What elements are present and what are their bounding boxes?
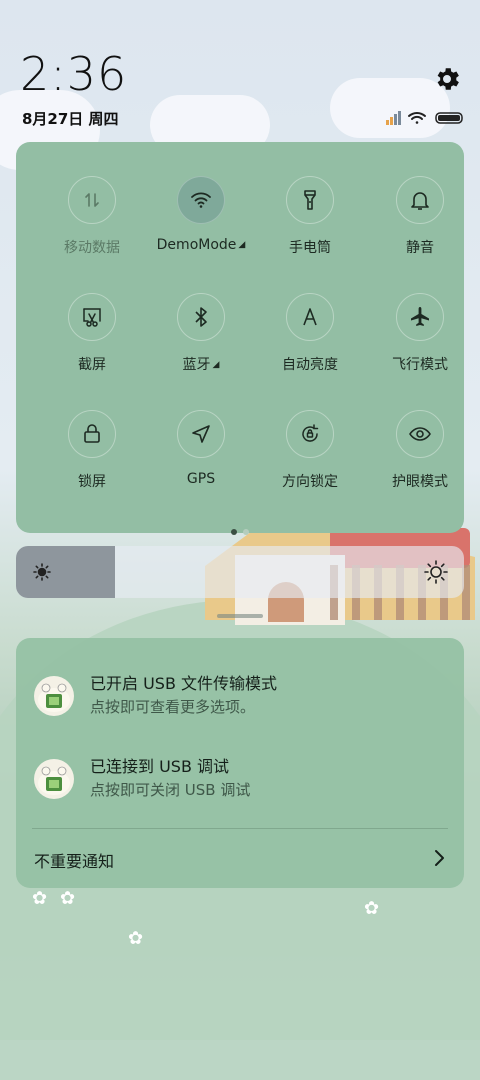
qs-tile-airplane[interactable]: 飞行模式 bbox=[366, 293, 476, 403]
qs-tile-label: GPS bbox=[147, 471, 255, 487]
qs-tile-mobile-data[interactable]: 移动数据 bbox=[38, 176, 148, 286]
qs-tile-label: 蓝牙 ◢ bbox=[147, 354, 255, 374]
settings-gear-icon[interactable] bbox=[432, 64, 462, 94]
wifi-icon bbox=[177, 176, 225, 224]
qs-tile-label: 锁屏 bbox=[38, 471, 146, 491]
status-icons bbox=[386, 108, 466, 126]
notification-item[interactable]: 已开启 USB 文件传输模式 点按即可查看更多选项。 bbox=[16, 668, 464, 728]
qs-tile-label: 自动亮度 bbox=[256, 354, 364, 374]
qs-tile-lock[interactable]: 锁屏 bbox=[38, 410, 148, 520]
qs-tile-label-text: 蓝牙 bbox=[182, 357, 211, 373]
qs-tile-screenshot[interactable]: 截屏 bbox=[38, 293, 148, 403]
usb-app-icon bbox=[34, 759, 74, 799]
qs-tile-label: 移动数据 bbox=[38, 237, 146, 257]
qs-tile-label: 飞行模式 bbox=[366, 354, 474, 374]
qs-tile-rotation-lock[interactable]: 方向锁定 bbox=[256, 410, 366, 520]
qs-tile-label: 护眼模式 bbox=[366, 471, 474, 491]
brightness-low-icon bbox=[32, 562, 52, 582]
qs-tile-label-text: 截屏 bbox=[78, 357, 106, 373]
airplane-icon bbox=[396, 293, 444, 341]
date[interactable]: 8月27日 周四 bbox=[22, 108, 119, 129]
notification-subtitle: 点按即可查看更多选项。 bbox=[90, 698, 256, 716]
lock-icon bbox=[68, 410, 116, 458]
qs-tile-label-text: 方向锁定 bbox=[282, 474, 338, 490]
notification-panel: 已开启 USB 文件传输模式 点按即可查看更多选项。 已连接到 USB 调试 点… bbox=[16, 638, 464, 888]
qs-tile-flashlight[interactable]: 手电筒 bbox=[256, 176, 366, 286]
qs-tile-label: 静音 bbox=[366, 237, 474, 257]
qs-tile-bluetooth[interactable]: 蓝牙 ◢ bbox=[147, 293, 257, 403]
page-dot-1 bbox=[231, 529, 237, 535]
brightness-slider[interactable] bbox=[16, 546, 464, 598]
quick-settings-panel: 移动数据 DemoMode ◢ 手电筒 静音 截屏 蓝牙 ◢ 自动亮度 飞行模式 锁屏 GPS 方向锁定… bbox=[16, 142, 464, 535]
qs-tile-label: 截屏 bbox=[38, 354, 146, 374]
qs-tile-wifi[interactable]: DemoMode ◢ bbox=[147, 176, 257, 286]
notification-subtitle: 点按即可关闭 USB 调试 bbox=[90, 781, 251, 799]
location-arrow-icon bbox=[177, 410, 225, 458]
qs-tile-auto-brightness[interactable]: 自动亮度 bbox=[256, 293, 366, 403]
qs-tile-label-text: 移动数据 bbox=[64, 240, 120, 256]
page-dot-2 bbox=[243, 529, 249, 535]
qs-tile-eye[interactable]: 护眼模式 bbox=[366, 410, 476, 520]
qs-tile-label-text: DemoMode bbox=[156, 237, 237, 253]
bell-icon bbox=[396, 176, 444, 224]
qs-tile-label: DemoMode ◢ bbox=[147, 237, 255, 253]
chevron-right-icon[interactable] bbox=[432, 848, 446, 868]
signal-icon bbox=[386, 111, 401, 125]
qs-tile-label-text: 自动亮度 bbox=[282, 357, 338, 373]
screenshot-icon bbox=[68, 293, 116, 341]
divider bbox=[32, 828, 448, 829]
battery-icon bbox=[435, 112, 463, 124]
qs-tile-label-text: 手电筒 bbox=[289, 240, 331, 256]
notification-title: 已开启 USB 文件传输模式 bbox=[90, 674, 278, 693]
notification-title: 已连接到 USB 调试 bbox=[90, 757, 230, 776]
eye-icon bbox=[396, 410, 444, 458]
expand-triangle-icon[interactable]: ◢ bbox=[213, 360, 220, 370]
qs-tile-label: 手电筒 bbox=[256, 237, 364, 257]
brightness-high-icon bbox=[424, 560, 448, 584]
bluetooth-icon bbox=[177, 293, 225, 341]
usb-app-icon bbox=[34, 676, 74, 716]
qs-tile-bell[interactable]: 静音 bbox=[366, 176, 476, 286]
qs-tile-label: 方向锁定 bbox=[256, 471, 364, 491]
notification-item[interactable]: 已连接到 USB 调试 点按即可关闭 USB 调试 bbox=[16, 751, 464, 811]
expand-triangle-icon[interactable]: ◢ bbox=[238, 240, 245, 250]
rotation-lock-icon bbox=[286, 410, 334, 458]
page-indicator bbox=[228, 520, 252, 539]
clock[interactable]: 2:36 bbox=[20, 48, 127, 100]
qs-tile-label-text: 飞行模式 bbox=[392, 357, 448, 373]
panel-drag-handle[interactable] bbox=[217, 614, 263, 618]
flashlight-icon bbox=[286, 176, 334, 224]
qs-tile-label-text: 护眼模式 bbox=[392, 474, 448, 490]
brightness-fill bbox=[16, 546, 115, 598]
wifi-status-icon bbox=[408, 112, 426, 124]
qs-tile-label-text: GPS bbox=[186, 471, 216, 487]
auto-brightness-icon bbox=[286, 293, 334, 341]
qs-tile-location-arrow[interactable]: GPS bbox=[147, 410, 257, 520]
mobile-data-icon bbox=[68, 176, 116, 224]
qs-tile-label-text: 锁屏 bbox=[78, 474, 106, 490]
unimportant-notifications-link[interactable]: 不重要通知 bbox=[34, 848, 114, 872]
qs-tile-label-text: 静音 bbox=[406, 240, 434, 256]
